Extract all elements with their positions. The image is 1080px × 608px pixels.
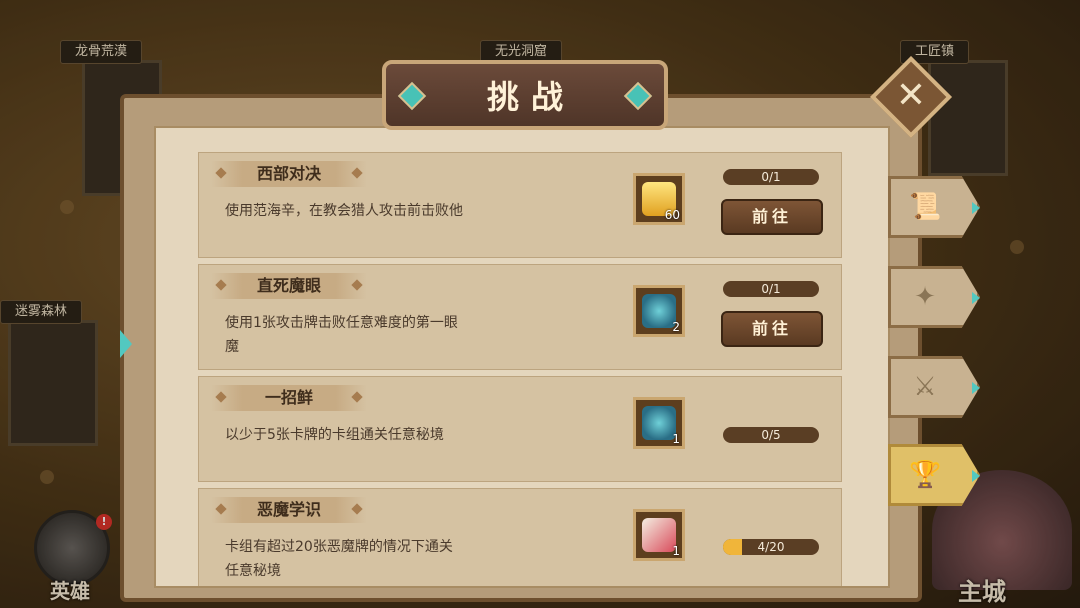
challenge-title-ribbon: 西部对决 — [211, 161, 367, 187]
potion-icon — [642, 294, 676, 328]
challenge-row: 西部对决 使用范海辛，在教会猎人攻击前击败他 60 0/1 前往 — [198, 152, 842, 258]
progress-text: 4/20 — [757, 540, 785, 554]
go-button[interactable]: 前往 — [721, 199, 823, 235]
dialog-title-plate: 挑战 — [382, 60, 668, 130]
progress-text: 0/1 — [761, 282, 781, 296]
challenge-title: 直死魔眼 — [256, 276, 321, 295]
progress-text: 0/1 — [761, 170, 781, 184]
reward-count: 60 — [664, 208, 680, 222]
scroll-icon: 📜 — [909, 192, 942, 222]
tab-arrow-icon — [972, 470, 980, 482]
progress-bar: 0/1 — [723, 281, 819, 297]
challenge-list-area[interactable]: 西部对决 使用范海辛，在教会猎人攻击前击败他 60 0/1 前往 直死魔眼 使用… — [154, 126, 890, 588]
progress-bar: 0/5 — [723, 427, 819, 443]
trophy-icon: 🏆 — [909, 460, 942, 490]
book-icon: ✦ — [914, 282, 936, 312]
close-icon[interactable]: ✕ — [882, 68, 940, 126]
challenge-description: 使用1张攻击牌击败任意难度的第一眼魔 — [225, 315, 458, 355]
reward-slot[interactable]: 2 — [633, 285, 685, 337]
crossed-swords-icon: ⚔ — [913, 372, 937, 402]
left-expand-arrow-icon[interactable] — [120, 330, 132, 358]
progress-bar: 4/20 — [723, 539, 819, 555]
challenge-title-ribbon: 恶魔学识 — [211, 497, 367, 523]
side-tab-battle[interactable]: ⚔ — [888, 356, 980, 418]
tab-arrow-icon — [972, 202, 980, 214]
challenge-title-ribbon: 一招鲜 — [211, 385, 367, 411]
reward-count: 1 — [672, 432, 680, 446]
potion-icon — [642, 406, 676, 440]
challenge-title: 恶魔学识 — [256, 500, 321, 519]
title-gem-ornament — [623, 81, 653, 111]
reward-slot[interactable]: 60 — [633, 173, 685, 225]
tab-arrow-icon — [972, 382, 980, 394]
challenge-description: 使用范海辛，在教会猎人攻击前击败他 — [225, 203, 463, 219]
progress-text: 0/5 — [761, 428, 781, 442]
reward-slot[interactable]: 1 — [633, 397, 685, 449]
challenge-row: 一招鲜 以少于5张卡牌的卡组通关任意秘境 1 0/5 — [198, 376, 842, 482]
challenge-description: 卡组有超过20张恶魔牌的情况下通关任意秘境 — [225, 539, 453, 579]
dialog-title: 挑战 — [486, 78, 575, 116]
challenge-title: 一招鲜 — [264, 388, 313, 407]
challenge-row: 直死魔眼 使用1张攻击牌击败任意难度的第一眼魔 2 0/1 前往 — [198, 264, 842, 370]
go-button[interactable]: 前往 — [721, 311, 823, 347]
reward-slot[interactable]: 1 — [633, 509, 685, 561]
challenge-row: 恶魔学识 卡组有超过20张恶魔牌的情况下通关任意秘境 1 4/20 — [198, 488, 842, 586]
reward-count: 1 — [672, 544, 680, 558]
challenge-description: 以少于5张卡牌的卡组通关任意秘境 — [225, 427, 444, 443]
title-gem-ornament — [397, 81, 427, 111]
side-tab-book[interactable]: ✦ — [888, 266, 980, 328]
challenge-title-ribbon: 直死魔眼 — [211, 273, 367, 299]
reward-count: 2 — [672, 320, 680, 334]
tab-arrow-icon — [972, 292, 980, 304]
challenge-title: 西部对决 — [256, 164, 321, 183]
horn-icon — [642, 518, 676, 552]
side-tab-challenge[interactable]: 🏆 — [888, 444, 980, 506]
progress-bar: 0/1 — [723, 169, 819, 185]
side-tab-scroll[interactable]: 📜 — [888, 176, 980, 238]
